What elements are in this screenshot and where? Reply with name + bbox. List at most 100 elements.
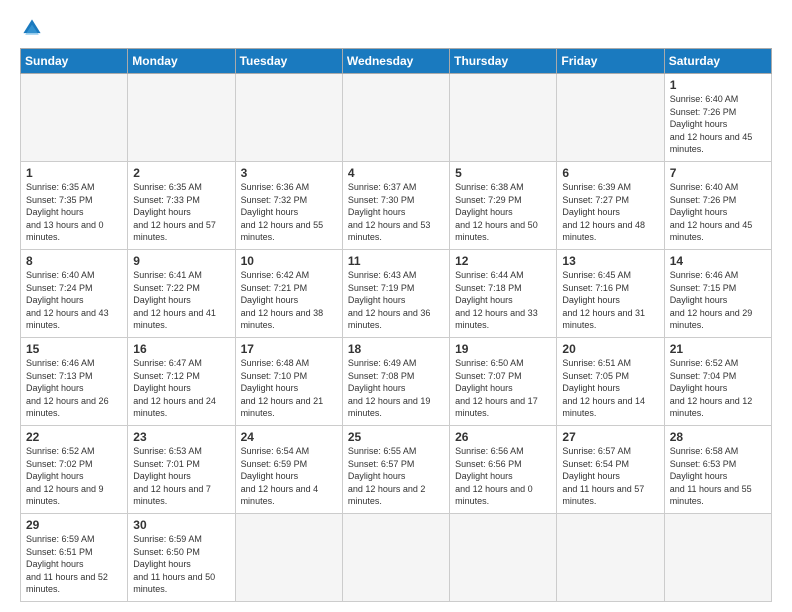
day-number: 26 <box>455 430 551 444</box>
day-cell: 9 Sunrise: 6:41 AMSunset: 7:22 PMDaylight… <box>128 250 235 338</box>
week-row-6: 29Sunrise: 6:59 AMSunset: 6:51 PMDayligh… <box>21 514 772 602</box>
week-row-2: 1Sunrise: 6:35 AMSunset: 7:35 PMDaylight… <box>21 162 772 250</box>
day-cell: 24 Sunrise: 6:54 AMSunset: 6:59 PMDayligh… <box>235 426 342 514</box>
day-cell: 12Sunrise: 6:44 AMSunset: 7:18 PMDayligh… <box>450 250 557 338</box>
day-info: Sunrise: 6:40 AMSunset: 7:26 PMDaylight … <box>670 94 753 154</box>
day-number: 10 <box>241 254 337 268</box>
day-number: 25 <box>348 430 444 444</box>
day-info: Sunrise: 6:52 AMSunset: 7:02 PMDaylight … <box>26 446 104 506</box>
day-cell: 8 Sunrise: 6:40 AMSunset: 7:24 PMDaylight… <box>21 250 128 338</box>
day-number: 8 <box>26 254 122 268</box>
day-cell: 13 Sunrise: 6:45 AMSunset: 7:16 PMDayligh… <box>557 250 664 338</box>
day-number: 19 <box>455 342 551 356</box>
day-cell: 6 Sunrise: 6:39 AMSunset: 7:27 PMDaylight… <box>557 162 664 250</box>
day-cell: 15Sunrise: 6:46 AMSunset: 7:13 PMDayligh… <box>21 338 128 426</box>
day-number: 22 <box>26 430 122 444</box>
day-cell <box>664 514 771 602</box>
day-cell: 20Sunrise: 6:51 AMSunset: 7:05 PMDayligh… <box>557 338 664 426</box>
day-cell: 22 Sunrise: 6:52 AMSunset: 7:02 PMDayligh… <box>21 426 128 514</box>
day-cell <box>342 74 449 162</box>
header-row: SundayMondayTuesdayWednesdayThursdayFrid… <box>21 49 772 74</box>
day-info: Sunrise: 6:50 AMSunset: 7:07 PMDaylight … <box>455 358 538 418</box>
day-cell: 4 Sunrise: 6:37 AMSunset: 7:30 PMDaylight… <box>342 162 449 250</box>
day-cell: 1 Sunrise: 6:40 AMSunset: 7:26 PMDaylight… <box>664 74 771 162</box>
week-row-5: 22 Sunrise: 6:52 AMSunset: 7:02 PMDayligh… <box>21 426 772 514</box>
day-cell: 19 Sunrise: 6:50 AMSunset: 7:07 PMDayligh… <box>450 338 557 426</box>
page: SundayMondayTuesdayWednesdayThursdayFrid… <box>0 0 792 612</box>
day-info: Sunrise: 6:45 AMSunset: 7:16 PMDaylight … <box>562 270 645 330</box>
day-info: Sunrise: 6:55 AMSunset: 6:57 PMDaylight … <box>348 446 426 506</box>
day-number: 6 <box>562 166 658 180</box>
day-cell: 3Sunrise: 6:36 AMSunset: 7:32 PMDaylight… <box>235 162 342 250</box>
week-row-3: 8 Sunrise: 6:40 AMSunset: 7:24 PMDaylight… <box>21 250 772 338</box>
day-info: Sunrise: 6:59 AMSunset: 6:50 PMDaylight … <box>133 534 215 594</box>
day-cell <box>128 74 235 162</box>
day-info: Sunrise: 6:40 AMSunset: 7:26 PMDaylight … <box>670 182 753 242</box>
day-info: Sunrise: 6:46 AMSunset: 7:13 PMDaylight … <box>26 358 109 418</box>
day-number: 9 <box>133 254 229 268</box>
day-number: 13 <box>562 254 658 268</box>
day-cell <box>450 514 557 602</box>
day-info: Sunrise: 6:52 AMSunset: 7:04 PMDaylight … <box>670 358 753 418</box>
day-number: 18 <box>348 342 444 356</box>
day-cell <box>557 74 664 162</box>
day-info: Sunrise: 6:38 AMSunset: 7:29 PMDaylight … <box>455 182 538 242</box>
day-cell: 2Sunrise: 6:35 AMSunset: 7:33 PMDaylight… <box>128 162 235 250</box>
day-number: 20 <box>562 342 658 356</box>
day-cell: 30 Sunrise: 6:59 AMSunset: 6:50 PMDayligh… <box>128 514 235 602</box>
day-cell: 10Sunrise: 6:42 AMSunset: 7:21 PMDayligh… <box>235 250 342 338</box>
day-info: Sunrise: 6:49 AMSunset: 7:08 PMDaylight … <box>348 358 431 418</box>
day-number: 11 <box>348 254 444 268</box>
day-cell <box>235 74 342 162</box>
day-cell: 18 Sunrise: 6:49 AMSunset: 7:08 PMDayligh… <box>342 338 449 426</box>
day-cell: 29Sunrise: 6:59 AMSunset: 6:51 PMDayligh… <box>21 514 128 602</box>
day-cell <box>342 514 449 602</box>
col-header-wednesday: Wednesday <box>342 49 449 74</box>
day-info: Sunrise: 6:39 AMSunset: 7:27 PMDaylight … <box>562 182 645 242</box>
day-cell: 26Sunrise: 6:56 AMSunset: 6:56 PMDayligh… <box>450 426 557 514</box>
day-info: Sunrise: 6:46 AMSunset: 7:15 PMDaylight … <box>670 270 753 330</box>
day-cell: 17Sunrise: 6:48 AMSunset: 7:10 PMDayligh… <box>235 338 342 426</box>
day-number: 24 <box>241 430 337 444</box>
header <box>20 16 772 40</box>
day-cell: 1Sunrise: 6:35 AMSunset: 7:35 PMDaylight… <box>21 162 128 250</box>
day-number: 27 <box>562 430 658 444</box>
day-info: Sunrise: 6:43 AMSunset: 7:19 PMDaylight … <box>348 270 431 330</box>
calendar-table: SundayMondayTuesdayWednesdayThursdayFrid… <box>20 48 772 602</box>
day-info: Sunrise: 6:58 AMSunset: 6:53 PMDaylight … <box>670 446 752 506</box>
day-cell: 28 Sunrise: 6:58 AMSunset: 6:53 PMDayligh… <box>664 426 771 514</box>
day-number: 28 <box>670 430 766 444</box>
day-cell: 25 Sunrise: 6:55 AMSunset: 6:57 PMDayligh… <box>342 426 449 514</box>
day-cell: 23 Sunrise: 6:53 AMSunset: 7:01 PMDayligh… <box>128 426 235 514</box>
day-number: 3 <box>241 166 337 180</box>
day-number: 7 <box>670 166 766 180</box>
day-cell: 21Sunrise: 6:52 AMSunset: 7:04 PMDayligh… <box>664 338 771 426</box>
col-header-tuesday: Tuesday <box>235 49 342 74</box>
day-info: Sunrise: 6:54 AMSunset: 6:59 PMDaylight … <box>241 446 319 506</box>
day-info: Sunrise: 6:53 AMSunset: 7:01 PMDaylight … <box>133 446 211 506</box>
day-cell: 16 Sunrise: 6:47 AMSunset: 7:12 PMDayligh… <box>128 338 235 426</box>
day-number: 30 <box>133 518 229 532</box>
day-cell: 5Sunrise: 6:38 AMSunset: 7:29 PMDaylight… <box>450 162 557 250</box>
week-row-1: 1 Sunrise: 6:40 AMSunset: 7:26 PMDaylight… <box>21 74 772 162</box>
day-cell: 27Sunrise: 6:57 AMSunset: 6:54 PMDayligh… <box>557 426 664 514</box>
day-info: Sunrise: 6:44 AMSunset: 7:18 PMDaylight … <box>455 270 538 330</box>
day-number: 17 <box>241 342 337 356</box>
day-number: 2 <box>133 166 229 180</box>
col-header-thursday: Thursday <box>450 49 557 74</box>
day-number: 16 <box>133 342 229 356</box>
day-info: Sunrise: 6:37 AMSunset: 7:30 PMDaylight … <box>348 182 431 242</box>
day-number: 4 <box>348 166 444 180</box>
day-info: Sunrise: 6:47 AMSunset: 7:12 PMDaylight … <box>133 358 216 418</box>
day-info: Sunrise: 6:41 AMSunset: 7:22 PMDaylight … <box>133 270 216 330</box>
day-cell: 7 Sunrise: 6:40 AMSunset: 7:26 PMDaylight… <box>664 162 771 250</box>
day-cell: 11 Sunrise: 6:43 AMSunset: 7:19 PMDayligh… <box>342 250 449 338</box>
day-number: 23 <box>133 430 229 444</box>
day-cell <box>21 74 128 162</box>
day-info: Sunrise: 6:35 AMSunset: 7:35 PMDaylight … <box>26 182 104 242</box>
week-row-4: 15Sunrise: 6:46 AMSunset: 7:13 PMDayligh… <box>21 338 772 426</box>
col-header-friday: Friday <box>557 49 664 74</box>
day-number: 1 <box>670 78 766 92</box>
day-info: Sunrise: 6:40 AMSunset: 7:24 PMDaylight … <box>26 270 109 330</box>
logo <box>20 16 48 40</box>
